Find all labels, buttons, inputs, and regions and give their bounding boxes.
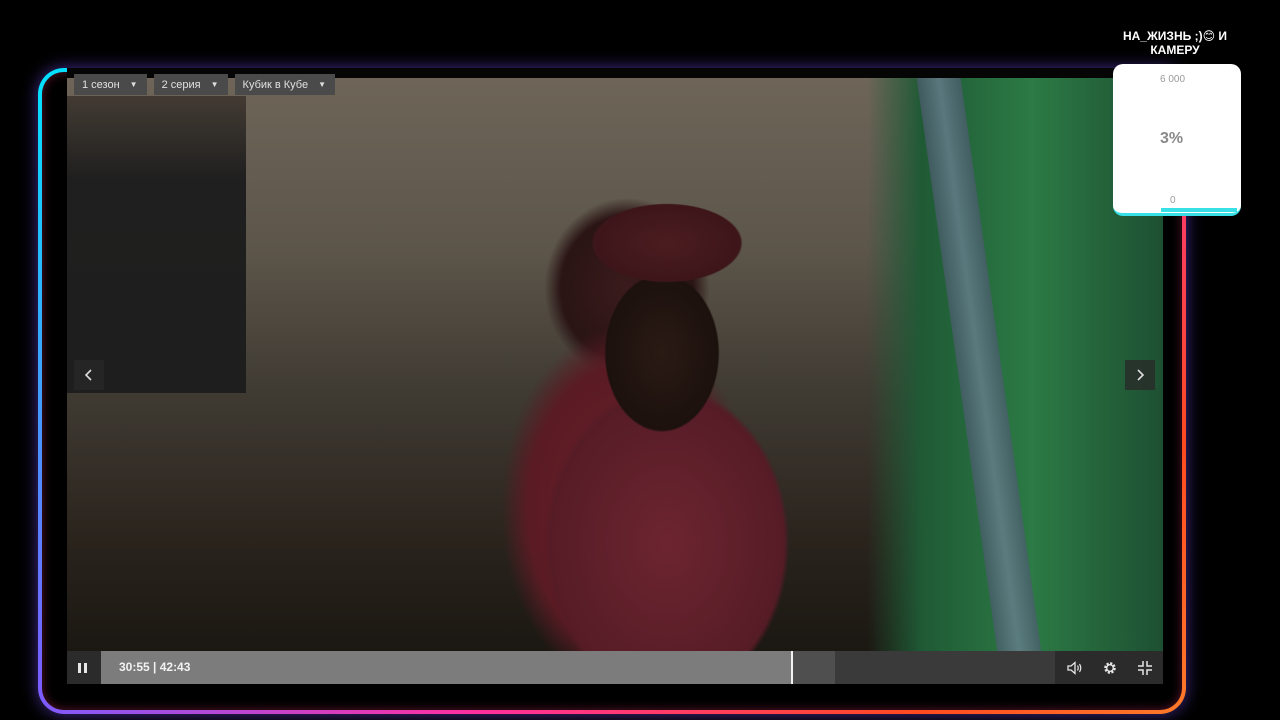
video-scene-figure [487, 183, 847, 653]
season-select[interactable]: 1 сезон ▼ [74, 74, 147, 95]
video-scene-pillar [916, 78, 1042, 652]
translation-select[interactable]: Кубик в Кубе ▼ [234, 74, 336, 95]
goal-percent: 3% [1160, 130, 1184, 147]
donation-goal-widget: 6 000 3% 0 [1113, 64, 1241, 216]
volume-icon [1067, 660, 1082, 675]
episode-list-panel [67, 96, 246, 393]
control-bar: 30:55 | 42:43 [67, 651, 1163, 684]
goal-max-value: 6 000 [1160, 74, 1186, 85]
chevron-left-icon [84, 369, 92, 381]
goal-progress-bar [1161, 208, 1237, 212]
caret-down-icon: ▼ [318, 80, 327, 89]
volume-button[interactable] [1064, 657, 1086, 679]
seek-bar-played [101, 651, 792, 684]
right-controls [1057, 651, 1163, 684]
episode-select[interactable]: 2 серия ▼ [153, 74, 228, 95]
translation-select-label: Кубик в Кубе [242, 78, 309, 91]
gear-icon [1104, 661, 1116, 674]
video-player[interactable]: 1 сезон ▼ 2 серия ▼ Кубик в Кубе ▼ 30:55… [67, 68, 1163, 684]
next-episode-button[interactable] [1125, 360, 1155, 390]
season-select-label: 1 сезон [82, 78, 120, 91]
time-display: 30:55 | 42:43 [119, 660, 191, 674]
episode-select-label: 2 серия [161, 78, 201, 91]
settings-button[interactable] [1099, 657, 1121, 679]
goal-min-value: 0 [1170, 195, 1176, 206]
fullscreen-button[interactable] [1134, 657, 1156, 679]
seek-bar-handle[interactable] [790, 651, 793, 684]
previous-episode-button[interactable] [74, 360, 104, 390]
caret-down-icon: ▼ [129, 80, 138, 89]
seek-bar[interactable]: 30:55 | 42:43 [101, 651, 1055, 684]
caret-down-icon: ▼ [210, 80, 219, 89]
exit-fullscreen-icon [1138, 660, 1153, 675]
episode-selectors: 1 сезон ▼ 2 серия ▼ Кубик в Кубе ▼ [74, 74, 336, 95]
pause-icon [77, 662, 87, 673]
chevron-right-icon [1137, 369, 1145, 381]
pause-button[interactable] [67, 651, 97, 684]
stream-overlay-title: НА_ЖИЗНЬ ;)😊 И КАМЕРУ [1122, 29, 1228, 57]
